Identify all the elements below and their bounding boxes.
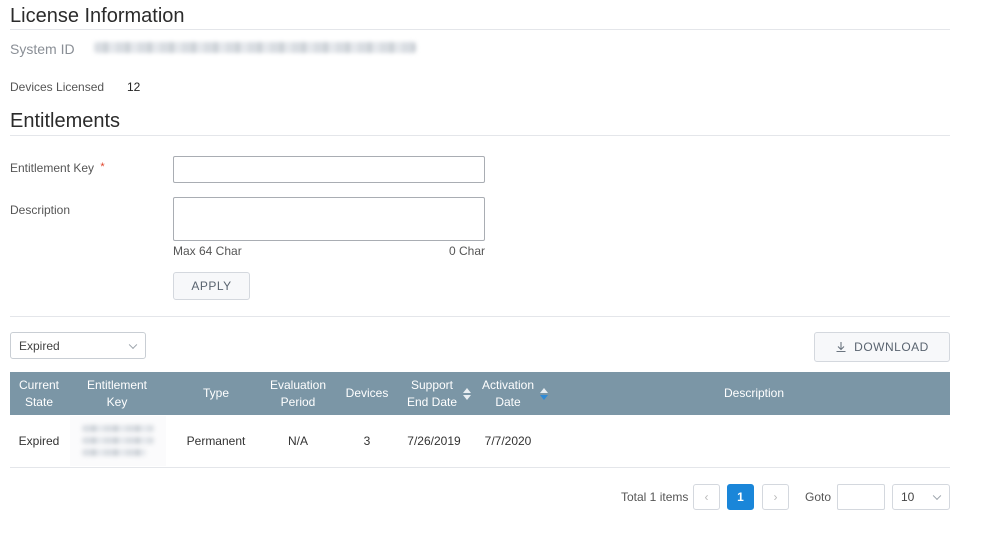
cell-support-end-date: 7/26/2019 xyxy=(407,434,461,448)
col-activation-date[interactable]: Activation Date xyxy=(472,372,558,415)
section-divider xyxy=(10,29,950,30)
header-text: End Date xyxy=(406,394,458,409)
sort-icon[interactable] xyxy=(463,387,472,400)
chevron-down-icon xyxy=(128,340,138,349)
state-filter-value: Expired xyxy=(19,338,60,353)
cell-type: Permanent xyxy=(186,434,246,448)
char-count: 0 Char xyxy=(449,244,486,258)
page-size-select[interactable]: 10 xyxy=(892,484,950,510)
page-size-value: 10 xyxy=(901,490,915,504)
description-label: Description xyxy=(10,203,71,217)
section-divider xyxy=(10,316,950,317)
col-entitlement-key: Entitlement Key xyxy=(69,372,165,415)
download-icon xyxy=(836,342,846,353)
download-label: DOWNLOAD xyxy=(854,340,929,354)
header-text: Evaluation xyxy=(269,377,327,392)
chevron-down-icon xyxy=(932,491,942,501)
table-bottom-divider xyxy=(10,467,950,468)
entitlement-key-redacted xyxy=(82,449,146,456)
col-devices: Devices xyxy=(345,386,389,400)
col-description: Description xyxy=(723,386,785,400)
cell-devices: 3 xyxy=(363,434,371,448)
header-text: Support xyxy=(410,377,453,392)
header-text: Entitlement xyxy=(86,377,148,392)
header-text: Key xyxy=(106,394,128,409)
col-current-state: Current State xyxy=(10,372,68,415)
header-text: State xyxy=(24,394,53,409)
sort-icon[interactable] xyxy=(540,387,549,400)
cell-description xyxy=(558,416,950,466)
state-filter-select[interactable]: Expired xyxy=(10,332,146,359)
devices-licensed-label: Devices Licensed xyxy=(10,80,105,94)
goto-label: Goto xyxy=(805,490,832,504)
cell-entitlement-key xyxy=(70,416,166,466)
apply-button[interactable]: APPLY xyxy=(173,272,250,300)
header-text: Period xyxy=(280,394,316,409)
table-header: Current State Entitlement Key Type Evaluat… xyxy=(10,372,950,415)
max-char-hint: Max 64 Char xyxy=(173,244,242,258)
devices-licensed-value: 12 xyxy=(127,80,141,94)
entitlement-key-redacted xyxy=(82,425,154,432)
col-support-end-date[interactable]: Support End Date xyxy=(398,372,480,415)
page-1-button[interactable]: 1 xyxy=(727,484,754,510)
entitlement-key-input[interactable] xyxy=(173,156,485,183)
license-info-title: License Information xyxy=(10,5,185,27)
cell-current-state: Expired xyxy=(18,434,60,448)
required-mark: * xyxy=(100,161,105,173)
col-type: Type xyxy=(202,386,229,400)
header-text: Date xyxy=(495,394,521,409)
entitlements-title: Entitlements xyxy=(10,110,121,132)
section-divider xyxy=(10,135,950,136)
cell-evaluation-period: N/A xyxy=(287,434,308,448)
entitlement-key-label-text: Entitlement Key xyxy=(10,161,95,175)
prev-page-button[interactable]: ‹ xyxy=(693,484,720,510)
header-text: Current xyxy=(18,377,59,392)
goto-page-input[interactable] xyxy=(837,484,885,510)
cell-activation-date: 7/7/2020 xyxy=(484,434,532,448)
col-evaluation-period: Evaluation Period xyxy=(260,372,336,415)
header-text: Activation xyxy=(481,377,535,392)
system-id-value-redacted xyxy=(94,42,416,53)
entitlement-key-redacted xyxy=(82,437,154,444)
entitlement-key-label: Entitlement Key * xyxy=(10,161,105,175)
total-items: Total 1 items xyxy=(621,490,689,504)
system-id-label: System ID xyxy=(10,41,75,57)
description-textarea[interactable] xyxy=(173,197,485,241)
next-page-button[interactable]: › xyxy=(762,484,789,510)
download-button[interactable]: DOWNLOAD xyxy=(814,332,950,362)
